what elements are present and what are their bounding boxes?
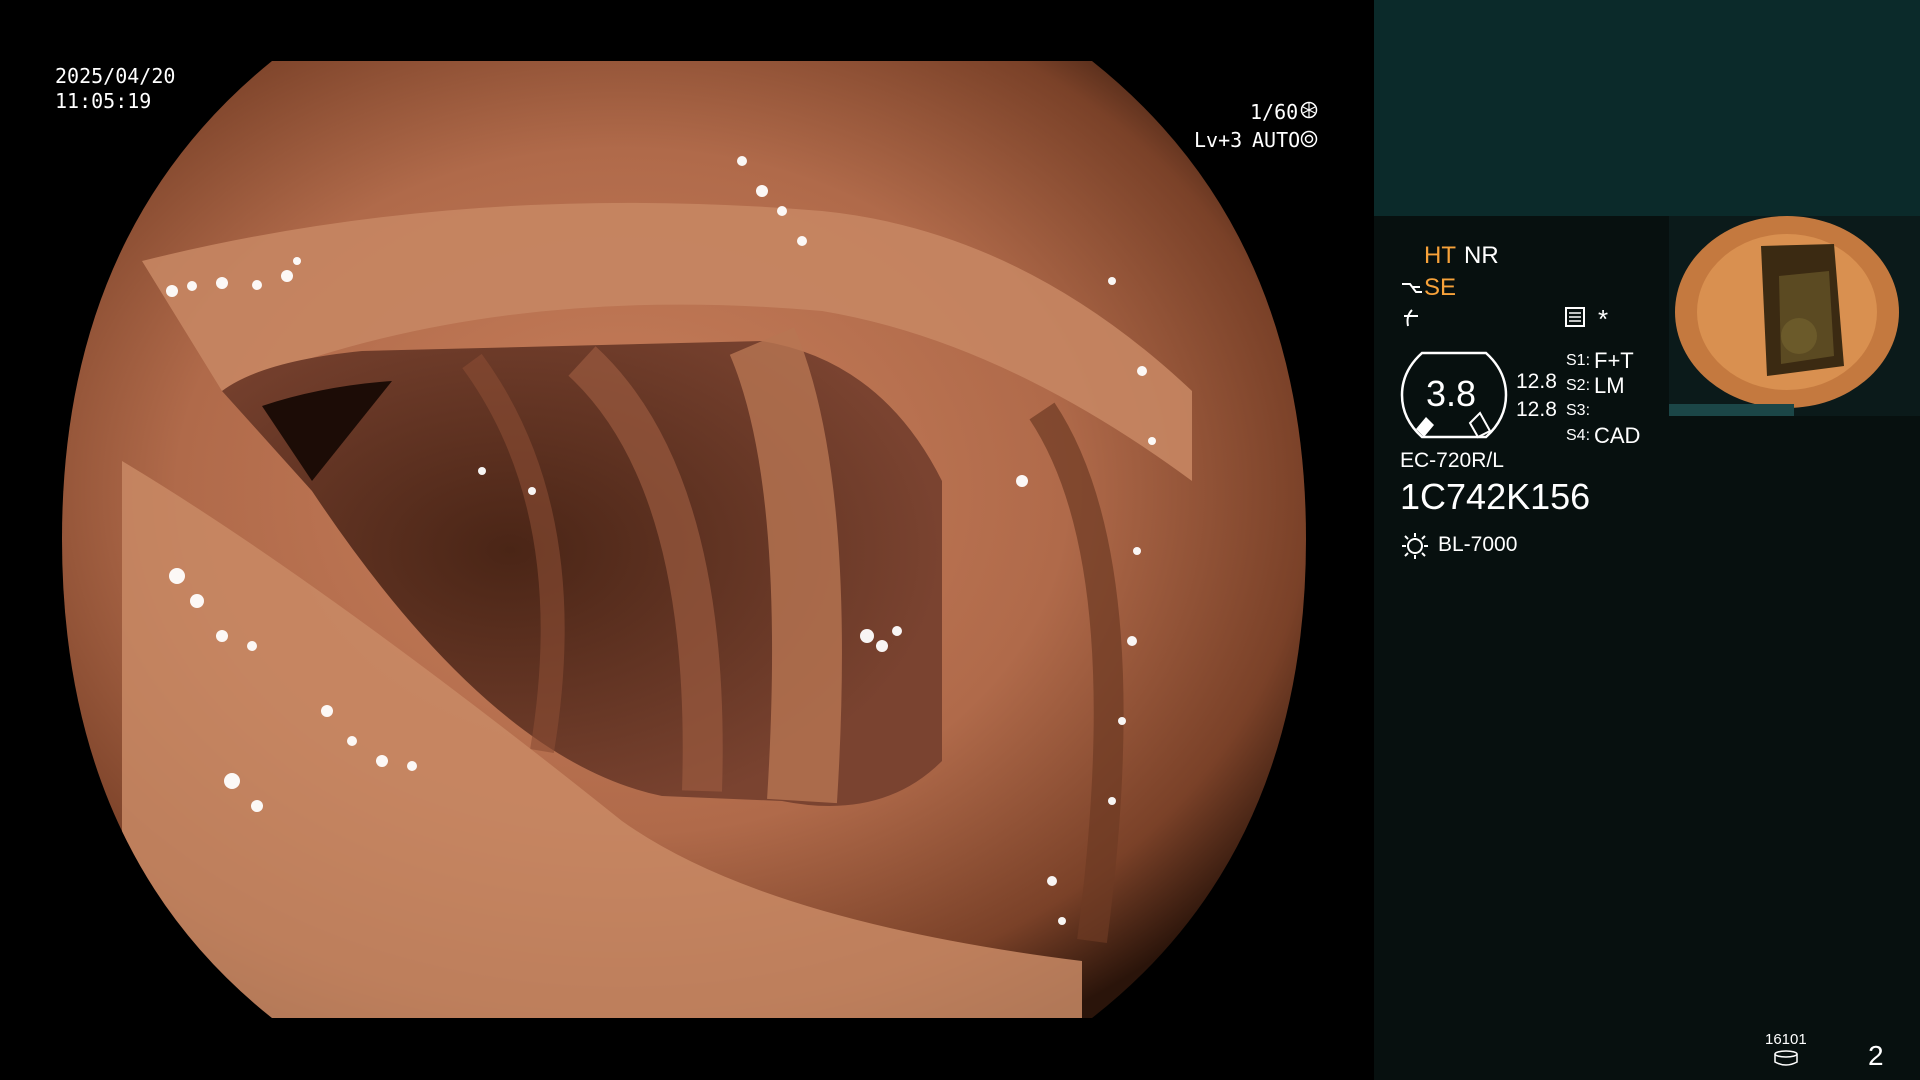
se-label: SE bbox=[1424, 274, 1457, 301]
scope-model: EC-720R/L bbox=[1400, 449, 1504, 472]
value-2: 12.8 bbox=[1516, 398, 1557, 421]
zoom-value: 3.8 bbox=[1426, 373, 1477, 414]
shutter-value: 1/60 bbox=[1250, 100, 1299, 124]
nr-label: NR bbox=[1464, 242, 1499, 269]
date-label: 2025/04/20 bbox=[55, 64, 176, 88]
s3-label: S3: bbox=[1566, 402, 1591, 419]
s2-label: S2: bbox=[1566, 377, 1591, 394]
s1-label: S1: bbox=[1566, 352, 1591, 369]
auto-exposure-icon bbox=[1300, 130, 1318, 148]
s4-label: S4: bbox=[1566, 427, 1591, 444]
storage-icon bbox=[1773, 1050, 1799, 1066]
light-source-label: BL-7000 bbox=[1438, 533, 1518, 556]
ht-label: HT bbox=[1424, 242, 1456, 269]
freeze-icon bbox=[1400, 306, 1422, 328]
light-source-icon bbox=[1400, 531, 1430, 561]
zoom-badge: 3.8 bbox=[1400, 351, 1508, 439]
level-value: Lv+3 bbox=[1194, 128, 1243, 152]
s1-value: F+T bbox=[1594, 348, 1634, 373]
asterisk-icon: * bbox=[1598, 304, 1609, 334]
info-panel-header bbox=[1374, 0, 1920, 216]
record-settings-icon bbox=[1564, 306, 1586, 328]
capture-thumbnail[interactable] bbox=[1669, 216, 1920, 416]
colon-lumen-image bbox=[62, 61, 1306, 1018]
scope-serial: 1C742K156 bbox=[1400, 476, 1591, 517]
s4-value: CAD bbox=[1594, 423, 1641, 448]
s2-value: LM bbox=[1594, 373, 1625, 398]
endoscopy-view bbox=[62, 61, 1306, 1018]
aperture-icon bbox=[1300, 101, 1318, 119]
page-number: 2 bbox=[1868, 1040, 1884, 1071]
time-label: 11:05:19 bbox=[55, 89, 152, 113]
structure-enhance-icon bbox=[1400, 278, 1424, 298]
mode-value: AUTO bbox=[1252, 128, 1301, 152]
value-1: 12.8 bbox=[1516, 370, 1557, 393]
storage-count: 16101 bbox=[1765, 1031, 1807, 1048]
thumbnail-progress-bar bbox=[1669, 404, 1794, 416]
